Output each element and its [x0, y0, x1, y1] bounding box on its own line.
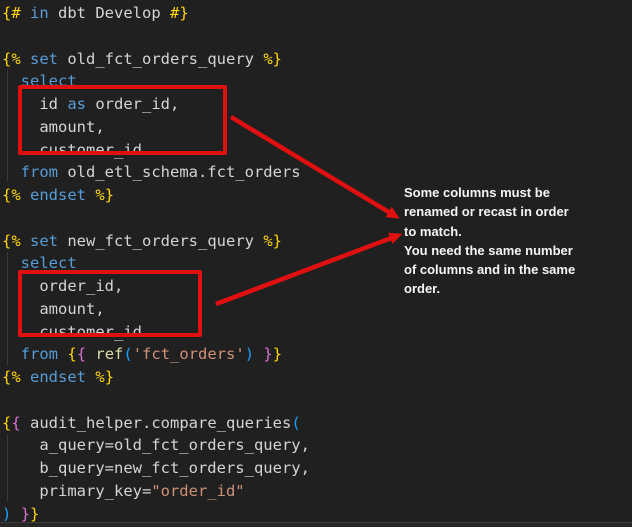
code-line [2, 25, 310, 48]
annotation-line: order. [404, 279, 619, 298]
annotation-line: renamed or recast in order [404, 202, 619, 221]
annotation-line: Some columns must be [404, 183, 619, 202]
code-line: from old_etl_schema.fct_orders [2, 161, 310, 184]
code-line: {% set old_fct_orders_query %} [2, 48, 310, 71]
window-bottom-edge [0, 522, 632, 527]
code-line [2, 389, 310, 412]
code-line: from {{ ref('fct_orders') }} [2, 343, 310, 366]
annotation-line: You need the same number [404, 241, 619, 260]
code-line: a_query=old_fct_orders_query, [2, 434, 310, 457]
code-line: {# in dbt Develop #} [2, 2, 310, 25]
annotation-note: Some columns must berenamed or recast in… [404, 183, 619, 299]
annotation-line: of columns and in the same [404, 260, 619, 279]
highlight-box-old-columns [18, 85, 227, 155]
screenshot-root: {# in dbt Develop #} {% set old_fct_orde… [0, 0, 632, 527]
code-line: {% endset %} [2, 184, 310, 207]
code-editor[interactable]: {# in dbt Develop #} {% set old_fct_orde… [2, 2, 310, 525]
code-line: primary_key="order_id" [2, 480, 310, 503]
annotation-line: to match. [404, 222, 619, 241]
code-line: {% set new_fct_orders_query %} [2, 230, 310, 253]
code-line: {{ audit_helper.compare_queries( [2, 412, 310, 435]
code-line: b_query=new_fct_orders_query, [2, 457, 310, 480]
code-line: {% endset %} [2, 366, 310, 389]
code-line [2, 207, 310, 230]
highlight-box-new-columns [18, 270, 202, 337]
